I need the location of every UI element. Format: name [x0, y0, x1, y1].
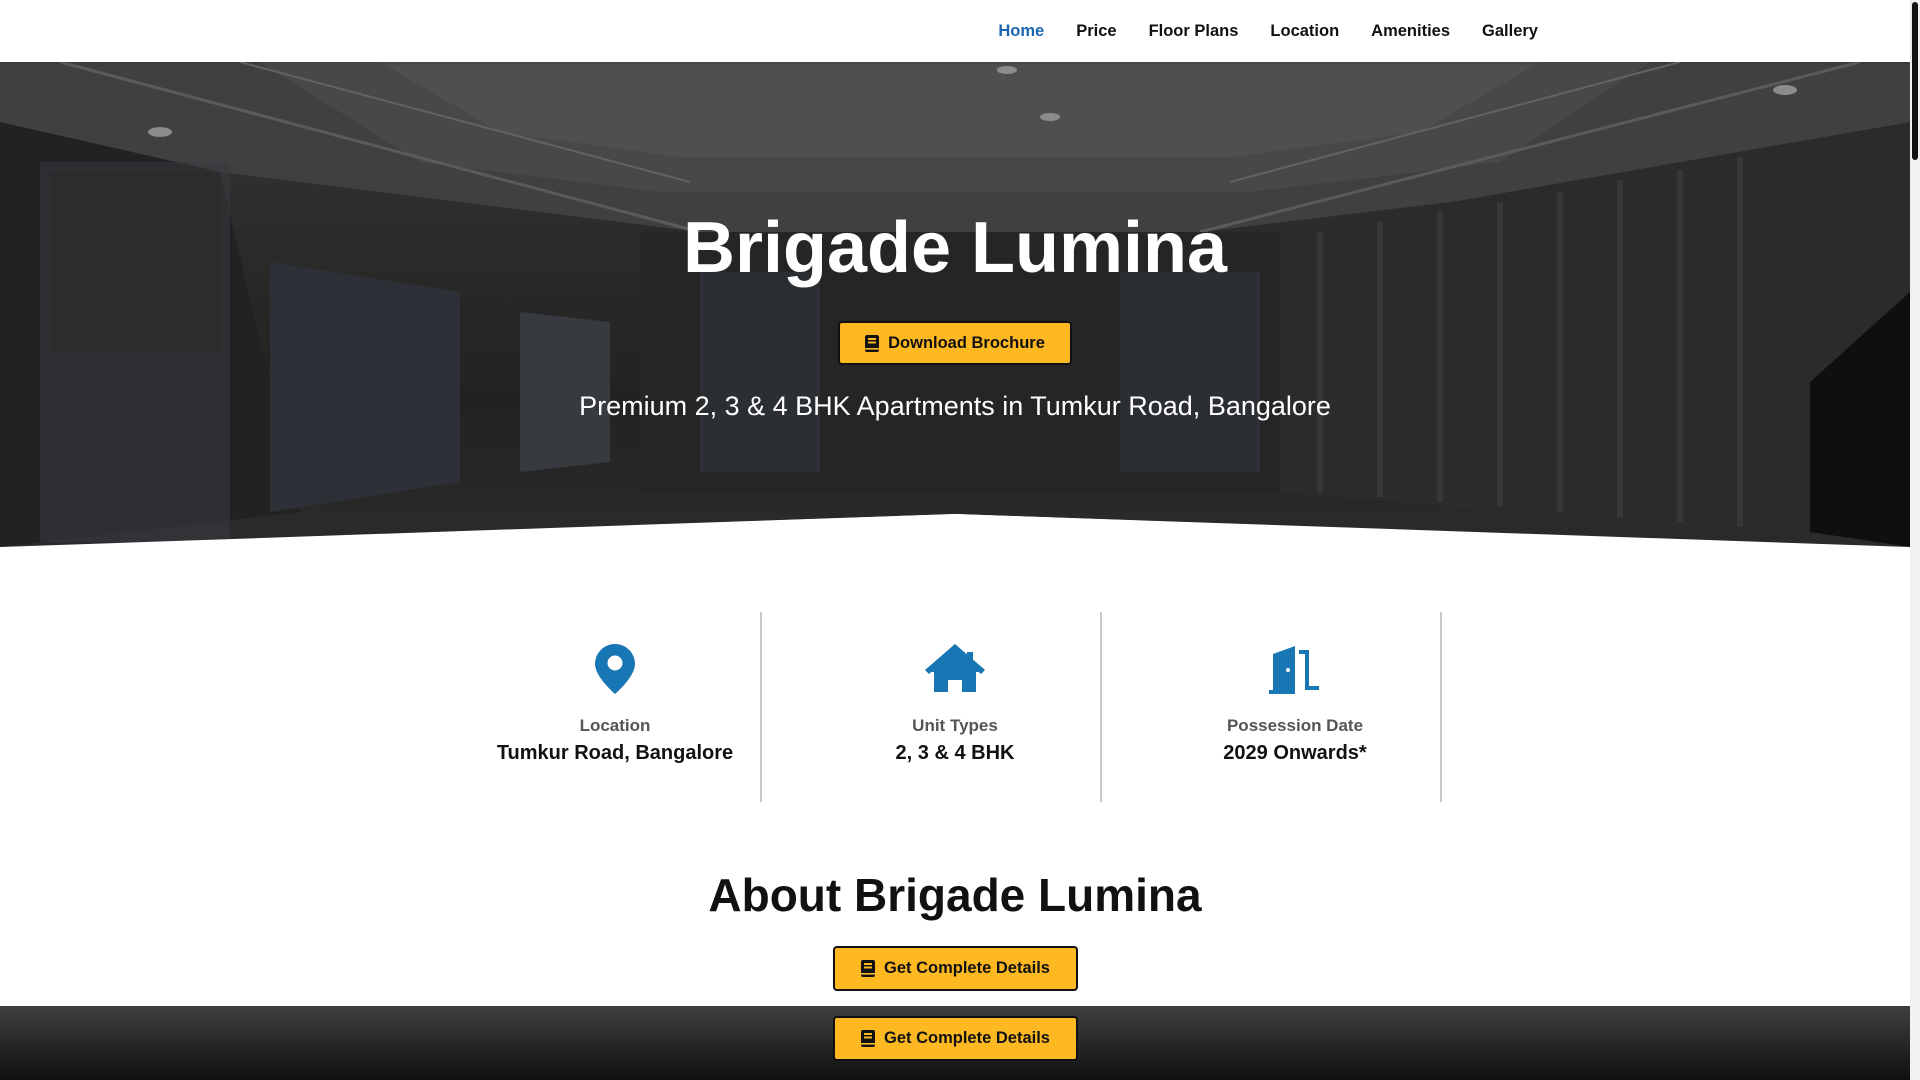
possession-label: Possession Date [1226, 716, 1364, 735]
vertical-scrollbar[interactable] [1910, 0, 1920, 1080]
project-highlights: Location Tumkur Road, Bangalore Unit Typ… [0, 612, 1910, 802]
possession-value: 2029 Onwards* [1223, 742, 1367, 764]
column-divider [1440, 612, 1442, 802]
sticky-button-label: Get Complete Details [884, 1029, 1050, 1047]
column-divider [760, 612, 762, 802]
hero-section: Brigade Lumina Download Brochure Premium… [0, 62, 1910, 547]
nav-item-location[interactable]: Location [1270, 22, 1339, 41]
nav-item-floor-plans[interactable]: Floor Plans [1149, 22, 1239, 41]
book-icon [861, 1030, 876, 1047]
unit-types-value: 2, 3 & 4 BHK [895, 742, 1015, 764]
page: Home Price Floor Plans Location Amenitie… [0, 0, 1910, 1080]
download-brochure-button[interactable]: Download Brochure [838, 321, 1072, 365]
nav-menu: Home Price Floor Plans Location Amenitie… [966, 0, 1538, 62]
get-complete-details-label: Get Complete Details [884, 959, 1050, 977]
highlight-location: Location Tumkur Road, Bangalore [445, 612, 785, 802]
book-icon [861, 960, 876, 977]
nav-item-home[interactable]: Home [998, 22, 1044, 41]
map-pin-icon [595, 644, 635, 694]
scrollbar-thumb[interactable] [1912, 2, 1918, 160]
sticky-bottom-bar: Get Complete Details [0, 1006, 1910, 1080]
sticky-get-complete-details-button[interactable]: Get Complete Details [833, 1016, 1078, 1061]
highlight-unit-types: Unit Types 2, 3 & 4 BHK [785, 612, 1125, 802]
column-divider [1100, 612, 1102, 802]
nav-item-gallery[interactable]: Gallery [1482, 22, 1538, 41]
hero-subtitle: Premium 2, 3 & 4 BHK Apartments in Tumku… [579, 391, 1331, 421]
hero-background-image [0, 62, 1910, 547]
location-value: Tumkur Road, Bangalore [496, 742, 734, 764]
door-open-icon [1269, 646, 1319, 694]
nav-item-amenities[interactable]: Amenities [1371, 22, 1450, 41]
about-title: About Brigade Lumina [708, 869, 1202, 921]
home-icon [925, 644, 985, 692]
get-complete-details-button[interactable]: Get Complete Details [833, 946, 1078, 991]
hero-title: Brigade Lumina [682, 208, 1228, 288]
nav-item-price[interactable]: Price [1076, 22, 1116, 41]
book-icon [865, 334, 880, 352]
highlight-possession: Possession Date 2029 Onwards* [1125, 612, 1465, 802]
unit-types-label: Unit Types [912, 716, 998, 735]
download-brochure-label: Download Brochure [888, 333, 1045, 352]
location-label: Location [579, 716, 651, 735]
top-navbar: Home Price Floor Plans Location Amenitie… [0, 0, 1910, 62]
